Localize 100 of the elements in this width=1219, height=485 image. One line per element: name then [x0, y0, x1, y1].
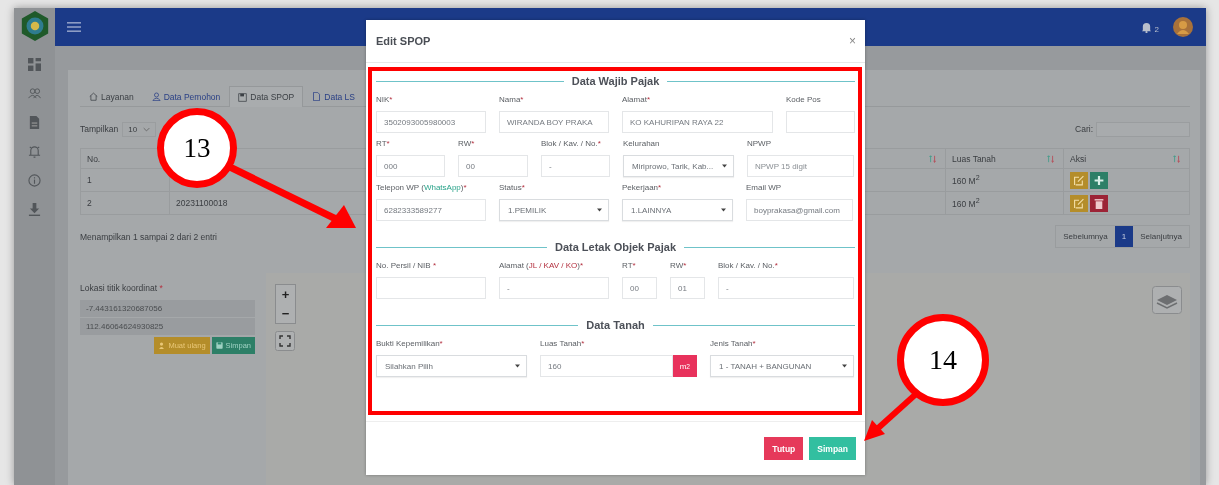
- table-info: Menampilkan 1 sampai 2 dari 2 entri: [80, 231, 217, 242]
- field-label: RW*: [670, 261, 688, 272]
- text-field[interactable]: -: [718, 277, 854, 299]
- show-label: Tampilkan: [80, 124, 119, 134]
- field-label: Blok / Kav. / No.*: [718, 261, 779, 272]
- menu-icon[interactable]: [67, 22, 81, 32]
- user-icon: [151, 92, 161, 101]
- field-label: Nama*: [499, 95, 525, 106]
- section-title: Data Letak Objek Pajak: [554, 241, 677, 253]
- user-icon: [158, 342, 166, 349]
- layers-icon[interactable]: [1152, 286, 1182, 314]
- sort-icon[interactable]: [929, 154, 937, 163]
- page-size-select[interactable]: 10: [122, 121, 157, 137]
- zoom-out-button[interactable]: −: [276, 304, 295, 323]
- pencil-icon: [1073, 174, 1085, 186]
- close-button[interactable]: ×: [849, 34, 856, 48]
- section-title: Data Tanah: [586, 319, 645, 331]
- sort-icon[interactable]: [1047, 154, 1055, 163]
- page-button[interactable]: Selanjutnya: [1133, 226, 1189, 247]
- column-header[interactable]: Luas Tanah: [952, 153, 996, 164]
- add-button[interactable]: [1090, 171, 1108, 189]
- text-field[interactable]: boyprakasa@gmail.com: [746, 199, 853, 221]
- edit-button[interactable]: [1070, 194, 1088, 212]
- alarm-icon[interactable]: [28, 145, 41, 158]
- avatar-icon[interactable]: [1173, 17, 1193, 37]
- text-field[interactable]: 00: [458, 155, 528, 177]
- tab[interactable]: Data SPOP: [229, 86, 304, 107]
- column-header[interactable]: Aksi: [1070, 153, 1087, 164]
- text-field[interactable]: [376, 277, 486, 299]
- pencil-icon: [1073, 197, 1085, 209]
- callout-arrow: [864, 392, 918, 442]
- text-field[interactable]: -: [499, 277, 609, 299]
- plus-icon: [1093, 174, 1105, 186]
- field-label: Alamat*: [622, 95, 652, 106]
- dropdown[interactable]: Silahkan Pilih: [376, 355, 527, 377]
- search-label: Cari:: [1075, 124, 1093, 134]
- field-label: Alamat (JL / KAV / KO)*: [499, 261, 585, 272]
- field-label: Luas Tanah*: [540, 339, 586, 350]
- tab[interactable]: Data Pemohon: [142, 86, 230, 106]
- field-label: RW*: [458, 139, 476, 150]
- text-field[interactable]: 01: [670, 277, 705, 299]
- trash-icon: [1093, 197, 1105, 209]
- text-field[interactable]: KO KAHURIPAN RAYA 22: [622, 111, 773, 133]
- field-label: Bukti Kepemilikan*: [376, 339, 444, 350]
- field-label: No. Persil / NIB *: [376, 261, 438, 272]
- text-field[interactable]: [786, 111, 855, 133]
- caret-icon: [515, 364, 520, 368]
- field-label: Telepon WP (WhatsApp)*: [376, 183, 468, 194]
- page-button[interactable]: 1: [1114, 226, 1134, 247]
- text-field[interactable]: 3502093005980003: [376, 111, 486, 133]
- delete-button[interactable]: [1090, 194, 1108, 212]
- users-icon[interactable]: [28, 87, 41, 100]
- home-icon: [89, 92, 98, 101]
- tab[interactable]: Data LS: [303, 86, 364, 106]
- zoom-in-button[interactable]: +: [276, 285, 295, 304]
- text-field[interactable]: NPWP 15 digit: [747, 155, 854, 177]
- dialog-title: Edit SPOP: [376, 35, 431, 47]
- latitude-field[interactable]: -7.443161320687056: [80, 300, 255, 318]
- table-cell: 20231100018: [176, 198, 228, 208]
- text-field[interactable]: 6282333589277: [376, 199, 486, 221]
- document-icon: [312, 92, 322, 101]
- field-label: Kode Pos: [786, 95, 822, 106]
- dropdown[interactable]: 1.LAINNYA: [622, 199, 733, 221]
- text-field[interactable]: 00: [622, 277, 657, 299]
- field-label: Jenis Tanah*: [710, 339, 757, 350]
- table-cell: 160 M$^{2}$: [952, 174, 980, 186]
- page-button[interactable]: Sebelumnya: [1056, 226, 1115, 247]
- field-label: Kelurahan: [623, 139, 661, 150]
- bell-icon[interactable]: [1140, 21, 1152, 33]
- chevron-down-icon: [143, 126, 151, 132]
- sort-icon[interactable]: [1173, 154, 1181, 163]
- dropdown[interactable]: 1 - TANAH + BANGUNAN: [710, 355, 854, 377]
- dropdown[interactable]: Miriprowo, Tarik, Kab...: [623, 155, 734, 177]
- dropdown[interactable]: 1.PEMILIK: [499, 199, 609, 221]
- text-field[interactable]: -: [541, 155, 610, 177]
- column-header[interactable]: No.: [87, 153, 101, 164]
- text-field[interactable]: 000: [376, 155, 445, 177]
- field-label: RT*: [376, 139, 391, 150]
- field-label: NPWP: [747, 139, 772, 150]
- notification-count: 2: [1154, 24, 1159, 34]
- longitude-field[interactable]: 112.46064624930825: [80, 318, 255, 336]
- edit-button[interactable]: [1070, 171, 1088, 189]
- field-label: Email WP: [746, 183, 783, 194]
- caret-icon: [842, 364, 847, 368]
- number-field[interactable]: 160: [540, 355, 673, 377]
- dashboard-icon[interactable]: [28, 58, 41, 71]
- table-cell: 2: [87, 198, 92, 208]
- fullscreen-icon[interactable]: [275, 331, 295, 351]
- field-label: Pekerjaan*: [622, 183, 663, 194]
- caret-icon: [597, 208, 602, 212]
- field-label: Blok / Kav. / No.*: [541, 139, 602, 150]
- caret-icon: [721, 208, 726, 212]
- document-icon[interactable]: [28, 116, 41, 129]
- info-icon[interactable]: [28, 174, 41, 187]
- caret-icon: [722, 164, 727, 168]
- close-button[interactable]: Tutup: [764, 437, 804, 460]
- table-cell: 160 M$^{2}$: [952, 197, 980, 209]
- text-field[interactable]: WIRANDA BOY PRAKA: [499, 111, 609, 133]
- tab[interactable]: Layanan: [80, 86, 143, 106]
- download-icon[interactable]: [28, 203, 41, 216]
